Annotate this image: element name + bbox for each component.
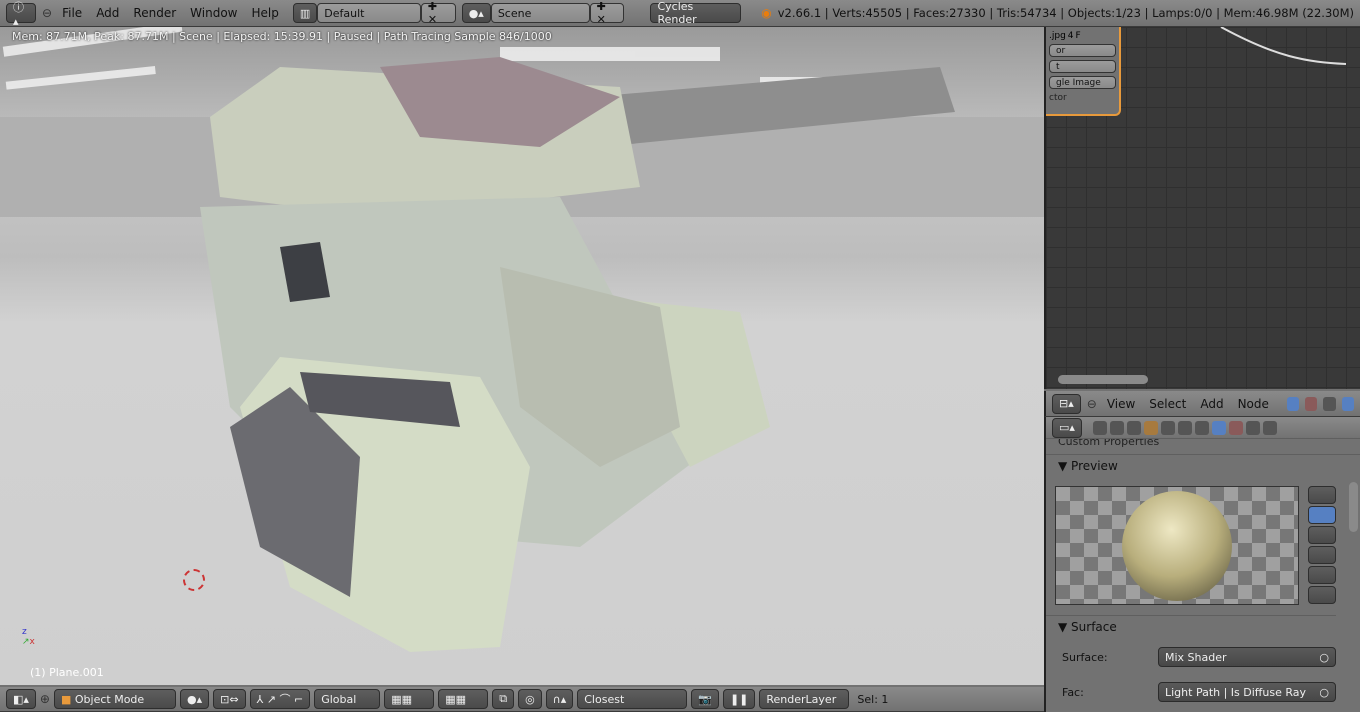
preview-hair-button[interactable] bbox=[1308, 566, 1336, 584]
render-engine-select[interactable]: Cycles Render bbox=[650, 0, 742, 26]
node-link bbox=[1220, 27, 1347, 65]
3d-viewport[interactable]: Mem: 87.71M, Peak: 87.71M | Scene | Elap… bbox=[0, 27, 1044, 685]
menu-view[interactable]: View bbox=[1103, 397, 1139, 411]
menu-add[interactable]: Add bbox=[1196, 397, 1227, 411]
node-editor[interactable]: .jpg 4 F or t gle Image ctor bbox=[1044, 27, 1360, 389]
shader-nodes-icon[interactable] bbox=[1286, 396, 1300, 411]
opengl-render-icon[interactable]: 📷 bbox=[691, 689, 719, 709]
preview-type-buttons bbox=[1308, 486, 1336, 604]
selection-count: Sel: 1 bbox=[857, 692, 889, 706]
properties-tabs: ▭▴ bbox=[1044, 417, 1360, 439]
snap-icon[interactable]: ∩▴ bbox=[545, 689, 574, 709]
orientation-select[interactable]: Global bbox=[314, 689, 381, 709]
editor-type-button[interactable]: ⊟▴ bbox=[1052, 393, 1081, 414]
scene-icon[interactable]: ●▴ bbox=[461, 3, 491, 23]
vertical-scrollbar[interactable] bbox=[1349, 482, 1358, 532]
layers-grid-2[interactable]: ▦▦ bbox=[438, 689, 489, 709]
surface-panel-header[interactable]: ▼ Surface bbox=[1046, 615, 1336, 637]
object-tab-icon[interactable] bbox=[1143, 420, 1158, 435]
preview-world-button[interactable] bbox=[1308, 586, 1336, 604]
menu-window[interactable]: Window bbox=[186, 6, 241, 20]
fac-value: Light Path | Is Diffuse Ray bbox=[1165, 685, 1307, 699]
editor-type-button[interactable]: ▭▴ bbox=[1052, 417, 1082, 438]
horizontal-scrollbar[interactable] bbox=[1058, 375, 1148, 384]
shading-select[interactable]: ●▴ bbox=[179, 689, 210, 709]
world-tab-icon[interactable] bbox=[1126, 420, 1141, 435]
preview-sphere bbox=[1122, 491, 1232, 601]
surface-label: Surface: bbox=[1062, 650, 1108, 664]
material-preview bbox=[1055, 486, 1299, 605]
layers-grid-1[interactable]: ▦▦ bbox=[384, 689, 435, 709]
menu-render[interactable]: Render bbox=[129, 6, 180, 20]
compositing-nodes-icon[interactable] bbox=[1323, 396, 1336, 411]
fac-label: Fac: bbox=[1062, 685, 1084, 699]
proportional-edit-icon[interactable]: ◎ bbox=[518, 689, 542, 709]
menu-file[interactable]: File bbox=[58, 6, 86, 20]
preview-sphere-button[interactable] bbox=[1308, 506, 1336, 524]
texture-tab-icon[interactable] bbox=[1228, 420, 1243, 435]
preview-monkey-button[interactable] bbox=[1308, 546, 1336, 564]
info-header: ⓘ ▴ ⊖ File Add Render Window Help ▥ Defa… bbox=[0, 0, 1360, 28]
render-layer-button[interactable]: RenderLayer bbox=[759, 689, 850, 709]
surface-shader-select[interactable]: Mix Shader ○ bbox=[1158, 647, 1336, 667]
info-icon: ⓘ ▴ bbox=[13, 0, 24, 28]
menu-add[interactable]: Add bbox=[92, 6, 123, 20]
data-tab-icon[interactable] bbox=[1194, 420, 1209, 435]
render-layers-tab-icon[interactable] bbox=[1109, 420, 1124, 435]
axis-gizmo-icon: z ↗x bbox=[22, 627, 35, 647]
pivot-select[interactable]: ⊡⇔ bbox=[213, 689, 246, 709]
properties-editor[interactable]: Custom Properties ▼ Preview ▼ Surface Su… bbox=[1044, 438, 1360, 712]
editor-type-button[interactable]: ◧▴ bbox=[6, 689, 36, 709]
editor-type-button[interactable]: ⓘ ▴ bbox=[6, 1, 37, 28]
layout-field[interactable]: Default bbox=[317, 3, 421, 23]
scene-add-remove[interactable]: ✚ ✕ bbox=[589, 0, 625, 26]
manipulator-buttons[interactable]: ⅄ ↗ ⌒ ⌐ bbox=[249, 689, 311, 709]
rendered-tank bbox=[0, 27, 1044, 652]
layout-icon[interactable]: ▥ bbox=[292, 3, 318, 23]
mode-label: Object Mode bbox=[74, 692, 145, 706]
preview-plane-button[interactable] bbox=[1308, 486, 1336, 504]
surface-value: Mix Shader bbox=[1165, 650, 1227, 664]
node-editor-header: ⊟▴ ⊖ View Select Add Node bbox=[1044, 391, 1360, 417]
modifiers-tab-icon[interactable] bbox=[1177, 420, 1192, 435]
scene-stats: v2.66.1 | Verts:45505 | Faces:27330 | Tr… bbox=[777, 6, 1355, 20]
fac-input-select[interactable]: Light Path | Is Diffuse Ray ○ bbox=[1158, 682, 1336, 702]
surface-row: Surface: Mix Shader ○ bbox=[1046, 644, 1360, 670]
viewport-header: ◧▴ ⊕ ■ Object Mode ●▴ ⊡⇔ ⅄ ↗ ⌒ ⌐ Global … bbox=[0, 687, 1044, 712]
active-object-name: (1) Plane.001 bbox=[30, 666, 104, 679]
render-status: Mem: 87.71M, Peak: 87.71M | Scene | Elap… bbox=[12, 30, 552, 43]
preview-cube-button[interactable] bbox=[1308, 526, 1336, 544]
particles-tab-icon[interactable] bbox=[1245, 420, 1260, 435]
render-tab-icon[interactable] bbox=[1092, 420, 1107, 435]
constraints-tab-icon[interactable] bbox=[1160, 420, 1175, 435]
object-icon[interactable] bbox=[1341, 396, 1355, 411]
panel-title: Preview bbox=[1071, 458, 1118, 473]
panel-title: Custom Properties bbox=[1058, 438, 1160, 448]
custom-properties-panel[interactable]: Custom Properties bbox=[1046, 438, 1360, 448]
layout-add-remove[interactable]: ✚ ✕ bbox=[420, 0, 456, 26]
blender-logo-icon: ◉ bbox=[761, 6, 772, 20]
preview-panel-header[interactable]: ▼ Preview bbox=[1046, 454, 1360, 476]
collapse-icon[interactable]: ⊖ bbox=[1087, 397, 1097, 411]
menu-node[interactable]: Node bbox=[1234, 397, 1273, 411]
scene-field[interactable]: Scene bbox=[490, 3, 590, 23]
texture-nodes-icon[interactable] bbox=[1305, 396, 1318, 411]
panel-title: Surface bbox=[1071, 619, 1117, 634]
material-tab-icon[interactable] bbox=[1211, 420, 1226, 435]
collapse-icon[interactable]: ⊕ bbox=[40, 692, 50, 706]
lock-layers-icon[interactable]: ⧉ bbox=[492, 689, 515, 709]
menu-help[interactable]: Help bbox=[247, 6, 282, 20]
collapse-icon[interactable]: ⊖ bbox=[42, 6, 52, 20]
snap-target-select[interactable]: Closest bbox=[577, 689, 688, 709]
fac-row: Fac: Light Path | Is Diffuse Ray ○ bbox=[1046, 679, 1360, 705]
physics-tab-icon[interactable] bbox=[1262, 420, 1277, 435]
vector-socket: ctor bbox=[1049, 93, 1067, 103]
pause-icon[interactable]: ❚❚ bbox=[722, 689, 756, 709]
3d-cursor-icon[interactable] bbox=[183, 569, 205, 591]
menu-select[interactable]: Select bbox=[1145, 397, 1190, 411]
mode-select[interactable]: ■ Object Mode bbox=[53, 689, 176, 709]
